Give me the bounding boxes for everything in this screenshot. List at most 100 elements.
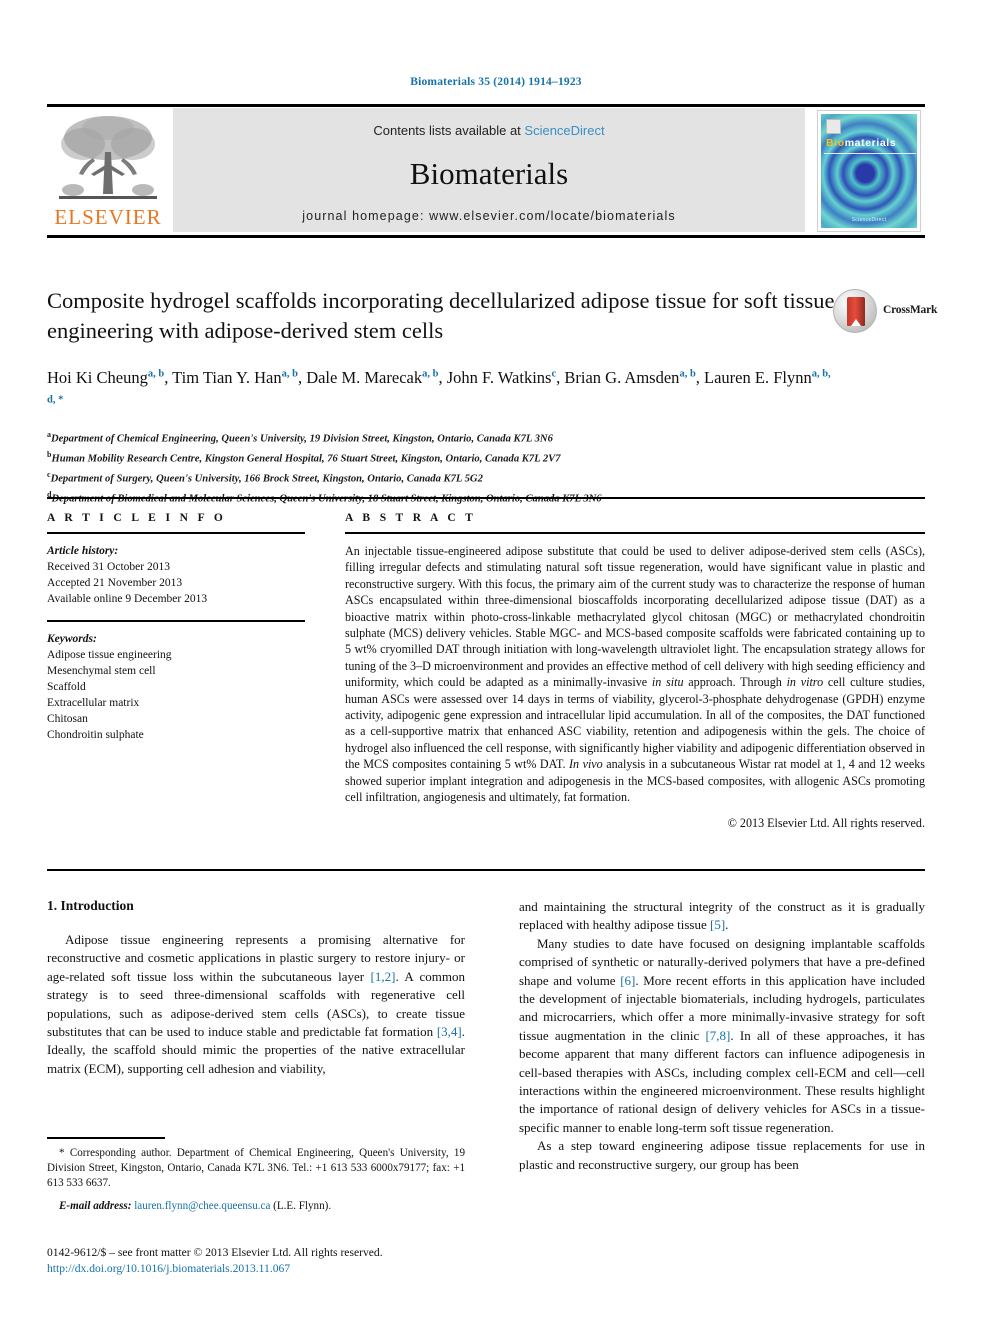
author-affiliation-marks: a, b <box>147 368 165 379</box>
journal-cover-thumbnail: Biomaterials ScienceDirect <box>817 110 921 232</box>
email-suffix: (L.E. Flynn). <box>270 1199 332 1212</box>
author-name: Tim Tian Y. Han <box>172 367 282 387</box>
cover-title-rest: materials <box>844 137 897 149</box>
paper-page: Biomaterials 35 (2014) 1914–1923 ELSEVIE… <box>0 0 992 1323</box>
article-info-rule <box>47 532 305 534</box>
cover-footer-text: ScienceDirect <box>851 217 887 223</box>
author-name: Brian G. Amsden <box>564 367 680 387</box>
journal-masthead: ELSEVIER Contents lists available at Sci… <box>47 104 925 238</box>
issn-copyright-line: 0142-9612/$ – see front matter © 2013 El… <box>47 1246 383 1259</box>
email-label: E-mail address: <box>59 1199 132 1212</box>
masthead-top-rule <box>47 104 925 107</box>
cover-divider <box>824 153 916 154</box>
journal-title: Biomaterials <box>409 156 569 191</box>
doi-link[interactable]: http://dx.doi.org/10.1016/j.biomaterials… <box>47 1261 465 1277</box>
author-entry: Tim Tian Y. Hana, b, <box>172 368 306 387</box>
corresponding-author-text: * Corresponding author. Department of Ch… <box>47 1147 465 1190</box>
abstract-rule <box>345 532 925 534</box>
keywords-label: Keywords: <box>47 633 97 645</box>
intro-left-column: 1. Introduction Adipose tissue engineeri… <box>47 898 465 1078</box>
keyword-item: Chondroitin sulphate <box>47 729 144 741</box>
contents-available-line: Contents lists available at ScienceDirec… <box>173 123 805 138</box>
author-affiliation-marks: a, b <box>679 368 696 379</box>
running-head: Biomaterials 35 (2014) 1914–1923 <box>410 76 582 88</box>
intro-paragraph: Adipose tissue engineering represents a … <box>47 931 465 1078</box>
elsevier-logo: ELSEVIER <box>47 112 169 232</box>
elsevier-tree-icon <box>53 112 163 204</box>
citation-ref[interactable]: [1,2] <box>371 969 396 984</box>
keywords-separator-rule <box>47 620 305 622</box>
abstract-heading: A B S T R A C T <box>345 512 477 524</box>
contents-prefix: Contents lists available at <box>373 123 525 138</box>
page-footer: 0142-9612/$ – see front matter © 2013 El… <box>47 1245 465 1277</box>
abstract-copyright: © 2013 Elsevier Ltd. All rights reserved… <box>727 815 925 830</box>
affiliation-item: bHuman Mobility Research Centre, Kingsto… <box>47 447 925 467</box>
journal-homepage-link[interactable]: journal homepage: www.elsevier.com/locat… <box>173 209 805 223</box>
email-line: E-mail address: lauren.flynn@chee.queens… <box>47 1199 465 1214</box>
masthead-panel: Contents lists available at ScienceDirec… <box>173 108 805 232</box>
corresponding-author-footnote: * Corresponding author. Department of Ch… <box>47 1137 465 1214</box>
intro-right-column: and maintaining the structural integrity… <box>519 898 925 1174</box>
citation-ref[interactable]: [3,4] <box>437 1024 462 1039</box>
abstract-column: A B S T R A C T An injectable tissue-eng… <box>345 512 925 831</box>
info-section-bottom-rule <box>47 869 925 871</box>
author-separator: , <box>164 367 173 387</box>
history-item: Accepted 21 November 2013 <box>47 577 183 589</box>
keyword-item: Mesenchymal stem cell <box>47 665 156 677</box>
author-entry: Hoi Ki Cheunga, b, <box>47 368 172 387</box>
author-affiliation-marks: a, b <box>281 368 298 379</box>
author-name: Hoi Ki Cheung <box>47 367 148 387</box>
author-name: Lauren E. Flynn <box>704 367 812 387</box>
author-separator: , <box>297 367 307 387</box>
affiliation-text: Department of Chemical Engineering, Quee… <box>51 433 553 445</box>
author-list: Hoi Ki Cheunga, b, Tim Tian Y. Hana, b, … <box>47 362 837 415</box>
abstract-italic: in vitro <box>786 675 824 690</box>
citation-ref[interactable]: [5] <box>710 917 725 932</box>
article-history-group: Article history: Received 31 October 201… <box>47 543 305 607</box>
affiliation-text: Department of Biomedical and Molecular S… <box>51 493 602 505</box>
abstract-part: An injectable tissue-engineered adipose … <box>345 544 925 690</box>
keywords-group: Keywords: Adipose tissue engineering Mes… <box>47 631 305 743</box>
author-separator: , <box>438 367 447 387</box>
keyword-item: Extracellular matrix <box>47 697 140 709</box>
sciencedirect-link[interactable]: ScienceDirect <box>524 123 604 138</box>
cover-title-first: Bio <box>826 137 845 149</box>
article-info-column: A R T I C L E I N F O Article history: R… <box>47 512 305 743</box>
paragraph-part: . In all of these approaches, it has bec… <box>519 1027 925 1135</box>
history-item: Received 31 October 2013 <box>47 561 170 573</box>
masthead-bottom-rule <box>47 235 925 238</box>
article-history-label: Article history: <box>47 545 119 557</box>
cover-publisher-mark <box>826 119 841 134</box>
abstract-part: approach. Through <box>683 675 787 690</box>
page-title: Composite hydrogel scaffolds incorporati… <box>47 288 835 343</box>
affiliation-item: aDepartment of Chemical Engineering, Que… <box>47 427 925 447</box>
crossmark-label: CrossMark <box>883 304 938 316</box>
abstract-italic: In vivo <box>569 757 603 772</box>
abstract-italic: in situ <box>651 675 684 690</box>
title-block: Composite hydrogel scaffolds incorporati… <box>47 286 937 507</box>
intro-paragraph: As a step toward engineering adipose tis… <box>519 1138 925 1172</box>
elsevier-wordmark: ELSEVIER <box>54 205 162 229</box>
author-name: Dale M. Marecak <box>306 367 423 387</box>
crossmark-icon <box>833 289 877 333</box>
author-entry: Dale M. Marecaka, b, <box>306 368 447 387</box>
history-item: Available online 9 December 2013 <box>47 593 208 605</box>
intro-paragraph: Many studies to date have focused on des… <box>519 935 925 1137</box>
author-affiliation-marks: a, b <box>422 368 439 379</box>
intro-paragraph-continued: and maintaining the structural integrity… <box>519 898 925 935</box>
author-separator: , <box>695 367 705 387</box>
section-heading-introduction: 1. Introduction <box>47 898 134 913</box>
crossmark-book-glyph <box>847 297 865 326</box>
crossmark-badge[interactable]: CrossMark <box>833 289 937 335</box>
keyword-item: Scaffold <box>47 681 86 693</box>
author-entry: John F. Watkinsc, <box>447 368 565 387</box>
citation-ref[interactable]: [7,8] <box>705 1028 730 1043</box>
citation-ref[interactable]: [6] <box>620 973 635 988</box>
info-section-top-rule <box>47 497 925 499</box>
email-link[interactable]: lauren.flynn@chee.queensu.ca <box>134 1200 270 1212</box>
cover-title: Biomaterials <box>826 137 896 149</box>
affiliation-text: Human Mobility Research Centre, Kingston… <box>51 453 561 465</box>
abstract-text: An injectable tissue-engineered adipose … <box>345 543 925 806</box>
affiliation-item: cDepartment of Surgery, Queen's Universi… <box>47 467 925 487</box>
footnote-rule <box>47 1137 165 1139</box>
